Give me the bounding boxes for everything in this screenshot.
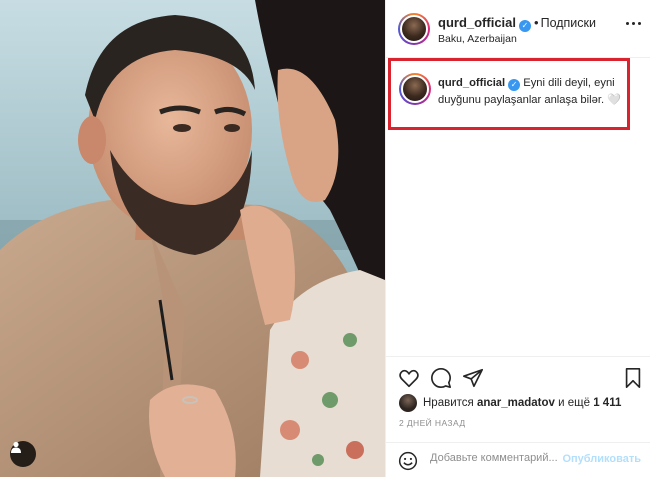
bookmark-icon[interactable] <box>622 367 644 389</box>
action-bar <box>386 356 650 396</box>
post-photo[interactable] <box>0 0 385 477</box>
add-comment-row: Опубликовать <box>386 442 650 477</box>
header-author-line: qurd_official ✓ • Подписки <box>438 15 596 32</box>
caption: qurd_official ✓ Eyni dili deyil, eyni duy… <box>438 75 626 109</box>
author-avatar[interactable] <box>398 13 430 45</box>
verified-badge-icon: ✓ <box>508 79 521 91</box>
verified-badge-icon: ✓ <box>519 20 532 32</box>
follow-status-button[interactable]: Подписки <box>541 16 596 30</box>
post-timestamp[interactable]: 2 ДНЕЙ НАЗАД <box>399 418 465 428</box>
caption-author-avatar[interactable] <box>399 73 431 105</box>
caption-author-username[interactable]: qurd_official <box>438 77 505 89</box>
post-comment-button[interactable]: Опубликовать <box>562 453 641 465</box>
heart-icon[interactable] <box>398 367 420 389</box>
comment-input[interactable] <box>430 452 564 464</box>
likes-middle: и ещё <box>558 397 591 409</box>
likes-summary: Нравится anar_madatov и ещё 1 411 <box>399 394 621 412</box>
caption-highlight-box: qurd_official ✓ Eyni dili deyil, eyni duy… <box>388 58 630 130</box>
emoji-smile-icon[interactable] <box>398 451 418 471</box>
user-tag-button[interactable] <box>10 441 36 467</box>
comment-bubble-icon[interactable] <box>430 367 452 389</box>
likes-count[interactable]: 1 411 <box>593 397 621 409</box>
post-header: qurd_official ✓ • Подписки Baku, Azerbaijan <box>386 0 650 58</box>
liker-avatar[interactable] <box>399 394 417 412</box>
author-username[interactable]: qurd_official <box>438 15 516 30</box>
post-side-panel: qurd_official ✓ • Подписки Baku, Azerbaijan… <box>385 0 650 477</box>
liker-username[interactable]: anar_madatov <box>477 397 555 409</box>
post-location[interactable]: Baku, Azerbaijan <box>438 33 517 45</box>
likes-prefix: Нравится <box>423 397 474 409</box>
more-options-icon[interactable] <box>626 22 641 25</box>
separator-dot: • <box>534 15 539 30</box>
photo-illustration <box>0 0 385 477</box>
user-tag-icon <box>11 441 21 453</box>
paper-plane-icon[interactable] <box>462 367 484 389</box>
